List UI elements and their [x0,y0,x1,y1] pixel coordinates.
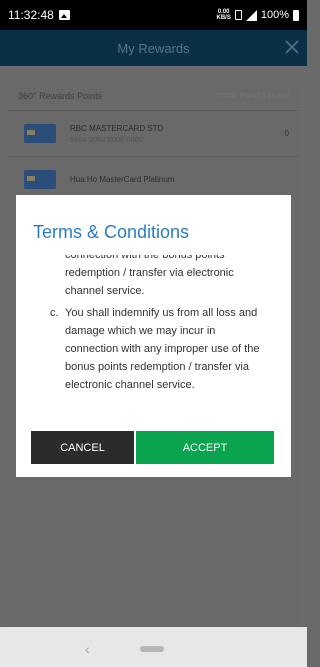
dialog-title: Terms & Conditions [33,222,190,242]
term-letter: c. [50,307,59,319]
close-icon[interactable] [283,38,301,56]
credit-card-image [24,170,56,189]
credit-card-image [24,124,56,143]
status-bar: 11:32:48 0.00 KB/S 100% [0,0,307,30]
terms-dialog: Terms & Conditions connection with the b… [16,195,291,477]
status-left: 11:32:48 [8,8,70,22]
accept-button[interactable]: ACCEPT [136,431,274,464]
card-info: RBC MASTERCARD STD 5404 0050 0000 0000 [70,124,163,144]
section-title: 360° Rewards Points [18,91,103,101]
cancel-button[interactable]: CANCEL [31,431,134,464]
rewards-section-header: 360° Rewards Points TOTAL POINTS 14,600 [8,82,299,110]
gallery-notification-icon [58,10,70,20]
total-points: TOTAL POINTS 14,600 [215,92,289,100]
terms-content: connection with the bonus points redempt… [33,255,273,394]
battery-icon [293,9,299,21]
status-time: 11:32:48 [8,8,54,22]
signal-icon [245,9,257,21]
app-header: My Rewards [0,30,307,66]
term-continued-text: connection with the bonus points redempt… [65,255,234,297]
card-points: 0 [284,129,289,138]
back-icon[interactable]: ‹ [85,641,90,657]
battery-percent: 100% [260,9,289,21]
home-pill[interactable] [140,646,164,652]
page-title: My Rewards [117,40,190,56]
terms-scroll-area[interactable]: connection with the bonus points redempt… [33,255,273,404]
status-right: 0.00 KB/S 100% [217,9,299,21]
card-info: Hua Ho MasterCard Platinum [70,175,174,184]
card-name: RBC MASTERCARD STD [70,123,164,133]
data-speed-indicator: 0.00 KB/S [217,9,231,21]
vibrate-icon [234,10,242,20]
term-text: You shall indemnify us from all loss and… [65,307,260,391]
term-item-c: c. You shall indemnify us from all loss … [33,304,273,394]
system-nav-bar: ‹ [0,627,307,667]
card-name: Hua Ho MasterCard Platinum [70,175,175,184]
data-speed-unit: KB/S [216,15,231,21]
card-number: 5404 0050 0000 0000 [70,134,143,144]
card-row[interactable]: RBC MASTERCARD STD 5404 0050 0000 0000 0 [8,110,299,156]
